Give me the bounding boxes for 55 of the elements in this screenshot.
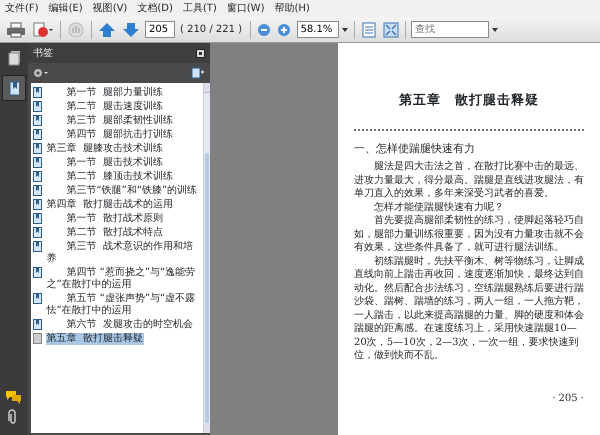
bookmark-icon [32,266,42,278]
search-field[interactable]: 查找 [411,21,490,38]
bookmark-item[interactable]: 第三章 腿膝攻击技术训练 [46,142,164,154]
chapter-title: 第五章 散打腿击释疑 [398,92,540,110]
paragraph: 初练踹腿时，先扶平衡木、树等物练习，让脚成直线向前上踹击再收回，速度逐渐加快，最终达到自动化。然后配合步法练习，空练踹腿熟练后要进行踹沙袋、踹树、踹墙的练习，两人一组，一人拖方靶，一人踹击，以此来提高踹腿的力量、脚的硬度和体会踹腿的距离感。在速度练习上，采用快速踹腿10—20次，5—10次，2—3次，一次一组，要求快速到位，做到快而不乱。 [354,254,584,362]
menu-item[interactable]: 编辑(E) [44,0,88,17]
bookmark-item[interactable]: 第五节 “虚张声势”与“虚不露怯”在散打中的运用 [46,292,201,316]
menu-item[interactable]: 视图(V) [88,0,132,17]
bookmark-item[interactable]: 第一节 腿击技术训练 [46,156,164,168]
bookmark-icon [32,198,42,210]
bookmark-icon [32,128,42,140]
bookmark-item[interactable]: 第四章 散打腿击战术的运用 [46,198,174,210]
menu-item[interactable]: 文档(D) [132,0,178,17]
bookmark-item[interactable]: 第四节 腿部抗击打训练 [46,128,174,140]
bookmark-item[interactable]: 第三节 腿部柔韧性训练 [46,114,174,126]
bookmark-item[interactable]: 第五章 散打腿击释疑 [46,332,144,344]
bookmark-icon [32,156,42,168]
menu-item[interactable]: 帮助(H) [269,0,315,17]
bookmark-item[interactable]: 第二节 膝顶击技术训练 [46,170,174,182]
panel-title: 书签 [33,46,53,60]
bookmark-icon [32,114,42,126]
bookmark-icon [32,332,42,344]
bookmark-item[interactable]: 第三节 战术意识的作用和培养 [46,240,201,264]
bookmarks-panel-icon[interactable] [2,75,26,101]
page-number-field[interactable]: 205 [145,21,175,38]
paragraph: 怎样才能使踹腿快速有力呢？ [373,200,505,214]
page-count: ( 210 / 221 ) [180,23,242,37]
bookmark-icon [32,292,42,304]
page-number: · 205 · [551,392,584,406]
bookmark-item[interactable]: 第一节 散打战术原则 [46,212,164,224]
paragraph: 腿法是四大击法之首，在散打比赛中击的最远、进攻力量最大，得分最高。踹腿是直线进攻腿法，有单刀直入的效果，多年来深受习武者的喜爱。 [354,160,584,200]
bookmark-item[interactable]: 第六节 发腿攻击的时空机会 [46,318,194,330]
new-bookmark-icon[interactable] [191,67,205,79]
bookmark-icon [32,142,42,154]
bookmark-item[interactable]: 第二节 腿击速度训练 [46,100,164,112]
bookmark-icon [32,226,42,238]
zoom-field[interactable]: 58.1% [296,21,339,38]
bookmark-icon [32,170,42,182]
bookmark-icon [32,240,42,252]
bookmark-icon [32,212,42,224]
menu-item[interactable]: 窗口(W) [222,0,270,17]
menu-item[interactable]: 文件(F) [0,0,44,17]
section-heading: 一、怎样使踹腿快速有力 [354,140,476,156]
bookmark-icon [32,318,42,330]
menu-item[interactable]: 工具(T) [178,0,222,17]
comments-icon[interactable] [5,390,22,404]
bookmark-item[interactable]: 第三节“铁腿”和“铁膝”的训练 [46,184,198,196]
bookmark-item[interactable]: 第四节 “惹而挠之”与“逸能劳之”在散打中的运用 [46,266,201,290]
paragraph: 首先要提高腿部柔韧性的练习，使脚起落轻巧自如，腿部力量训练很重要，因为没有力量攻击就不会有效果，这些条件具备了，就可进行腿法训练。 [354,214,584,254]
bookmark-item[interactable]: 第一节 腿部力量训练 [46,86,164,98]
bookmark-item[interactable]: 第二节 散打战术特点 [46,226,164,238]
bookmark-icon [32,86,42,98]
bookmark-icon [32,100,42,112]
panel-menu-icon[interactable] [196,48,205,58]
bookmark-icon [32,184,42,196]
